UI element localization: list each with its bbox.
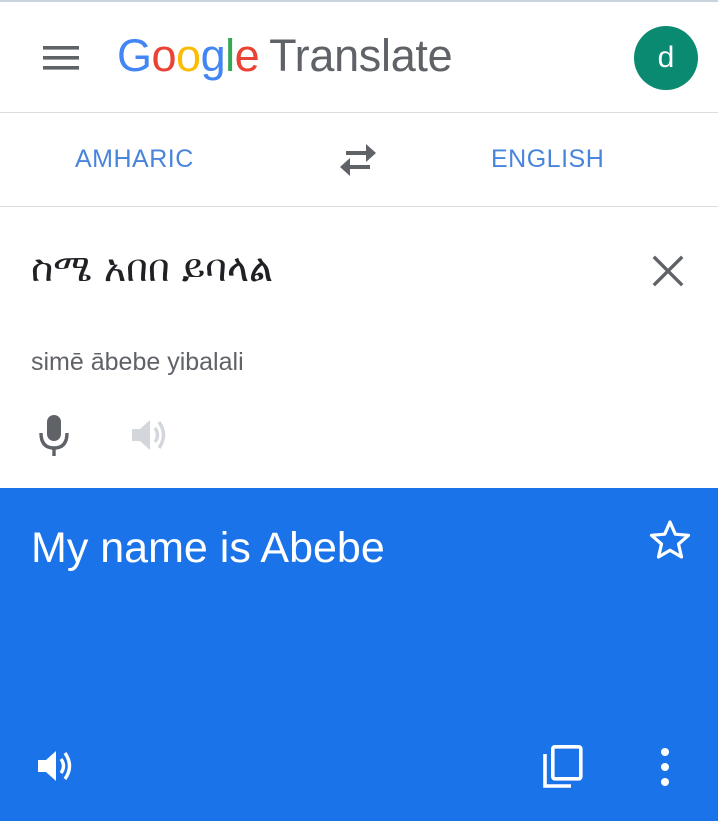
language-bar: AMHARIC ENGLISH xyxy=(0,113,718,207)
account-avatar[interactable]: d xyxy=(634,26,698,90)
close-icon[interactable] xyxy=(648,251,688,291)
transliteration-text: simē ābebe yibalali xyxy=(31,348,244,376)
swap-arrows-icon[interactable] xyxy=(336,141,380,179)
translated-text[interactable]: My name is Abebe xyxy=(31,522,385,574)
logo-letter: g xyxy=(200,30,226,81)
target-language-button[interactable]: ENGLISH xyxy=(491,113,604,206)
google-wordmark: Google xyxy=(117,26,260,86)
star-outline-icon[interactable] xyxy=(648,518,692,562)
google-translate-logo: Google Translate xyxy=(117,26,453,86)
microphone-icon[interactable] xyxy=(34,411,74,459)
speaker-icon xyxy=(128,413,172,457)
source-language-button[interactable]: AMHARIC xyxy=(75,113,194,206)
hamburger-menu-icon[interactable] xyxy=(38,38,86,78)
translation-result-card: My name is Abebe xyxy=(0,488,718,821)
source-text[interactable]: ስሜ አበበ ይባላል xyxy=(31,243,273,293)
copy-icon[interactable] xyxy=(540,742,586,792)
speaker-icon[interactable] xyxy=(34,744,78,788)
source-input-area[interactable]: ስሜ አበበ ይባላል simē ābebe yibalali xyxy=(0,207,718,488)
logo-letter: e xyxy=(234,30,260,81)
logo-letter: G xyxy=(117,30,152,81)
logo-letter: l xyxy=(225,30,235,81)
product-name: Translate xyxy=(269,30,453,81)
more-vert-icon[interactable] xyxy=(650,744,680,790)
logo-letter: o xyxy=(176,30,201,81)
app-header: Google Translate d xyxy=(0,2,718,113)
logo-letter: o xyxy=(151,30,177,81)
